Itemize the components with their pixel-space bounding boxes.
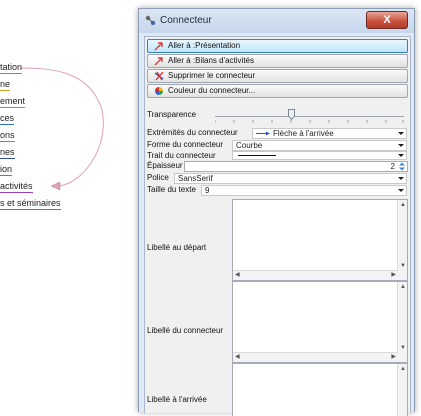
button-label: Aller à :Présentation [168,41,241,50]
goto-bilans-button[interactable]: Aller à :Bilans d'activités [147,54,408,68]
button-label: Aller à :Bilans d'activités [168,56,255,65]
scroll-up-icon[interactable]: ▲ [400,284,406,290]
label-end-label: Libellé à l'arrivée [147,395,207,404]
label-start-textarea[interactable]: ▲ ▼ ◀ ▶ [232,199,408,281]
map-node[interactable]: ces [0,113,15,125]
scroll-up-icon[interactable]: ▲ [400,366,406,372]
transparency-slider-thumb[interactable] [287,109,295,120]
scroll-down-icon[interactable]: ▼ [400,263,406,269]
stroke-row: Trait du connecteur [145,151,410,161]
thickness-label: Épaisseur [147,161,183,170]
shape-label: Forme du connecteur [147,140,224,149]
thickness-value: 2 [390,162,395,171]
mind-map-area: tation ne ement ces ons nes ion activité… [0,0,140,411]
scroll-left-icon[interactable]: ◀ [235,354,240,360]
connector-dialog: Connecteur X Aller à :Présentation Aller… [138,8,415,416]
font-label: Police [147,173,169,182]
chevron-down-icon [398,154,404,157]
button-label: Supprimer le connecteur [168,71,256,80]
map-node[interactable]: ne [0,79,11,91]
font-select[interactable]: SansSerif [174,173,407,184]
shape-select[interactable]: Courbe [232,140,407,151]
text-size-row: Taille du texte 9 [145,185,410,196]
delete-connector-button[interactable]: Supprimer le connecteur [147,69,408,83]
spinner-arrows-icon[interactable] [398,162,406,171]
vertical-scrollbar[interactable]: ▲ [397,364,407,416]
goto-presentation-button[interactable]: Aller à :Présentation [147,39,408,53]
transparency-label: Transparence [147,110,197,119]
endpoints-value: Flèche à l'arrivée [273,129,334,138]
scroll-up-icon[interactable]: ▲ [400,202,406,208]
map-node[interactable]: ement [0,96,26,108]
map-node[interactable]: s et séminaires [0,198,61,210]
scroll-down-icon[interactable]: ▼ [400,345,406,351]
map-node-presentation[interactable]: tation [0,62,23,74]
dialog-body: Aller à :Présentation Aller à :Bilans d'… [144,36,411,416]
endpoints-label: Extrémités du connecteur [147,128,238,137]
label-start-label: Libellé au départ [147,243,207,252]
color-palette-icon [155,87,163,95]
slider-ticks [215,120,404,123]
jump-arrow-icon [154,57,163,66]
endpoints-select[interactable]: Flèche à l'arrivée [252,128,407,139]
text-size-value: 9 [205,186,210,195]
title-bar[interactable]: Connecteur X [139,9,414,33]
scroll-right-icon[interactable]: ▶ [391,272,396,278]
stroke-solid-line-icon [238,155,276,156]
arrow-head-icon [50,181,61,191]
chevron-down-icon [398,132,404,135]
connector-color-button[interactable]: Couleur du connecteur... [147,84,408,98]
label-connector-label: Libellé du connecteur [147,326,224,335]
map-node[interactable]: ion [0,164,13,176]
endpoints-row: Extrémités du connecteur Flèche à l'arri… [145,128,410,139]
thickness-row: Épaisseur 2 [145,161,410,172]
scroll-right-icon[interactable]: ▶ [391,354,396,360]
shape-row: Forme du connecteur Courbe [145,140,410,151]
text-size-label: Taille du texte [147,185,196,194]
button-label: Couleur du connecteur... [168,86,256,95]
shape-value: Courbe [236,141,263,150]
text-size-select[interactable]: 9 [201,185,407,196]
thickness-spinner[interactable]: 2 [184,161,408,172]
vertical-scrollbar[interactable]: ▲ ▼ [397,200,407,280]
font-value: SansSerif [178,174,213,183]
font-row: Police SansSerif [145,173,410,184]
stroke-label: Trait du connecteur [147,151,216,160]
chevron-down-icon [398,144,404,147]
map-node-bilans[interactable]: activités [0,181,33,193]
vertical-scrollbar[interactable]: ▲ ▼ [397,282,407,362]
transparency-row: Transparence [145,104,410,126]
connector-app-icon [145,15,156,26]
chevron-down-icon [398,189,404,192]
label-connector-textarea[interactable]: ▲ ▼ ◀ ▶ [232,281,408,363]
scroll-left-icon[interactable]: ◀ [235,272,240,278]
jump-arrow-icon [154,42,163,51]
arrow-right-icon [256,131,270,136]
transparency-slider-track[interactable] [215,116,404,117]
map-node[interactable]: ons [0,130,15,142]
map-node[interactable]: nes [0,147,15,159]
label-end-textarea[interactable]: ▲ [232,363,408,416]
horizontal-scrollbar[interactable]: ◀ ▶ [233,270,398,280]
dialog-title: Connecteur [160,15,212,26]
chevron-down-icon [398,177,404,180]
horizontal-scrollbar[interactable]: ◀ ▶ [233,352,398,362]
stroke-select[interactable] [232,151,407,160]
close-button[interactable]: X [366,11,408,29]
delete-connector-icon [154,71,164,81]
